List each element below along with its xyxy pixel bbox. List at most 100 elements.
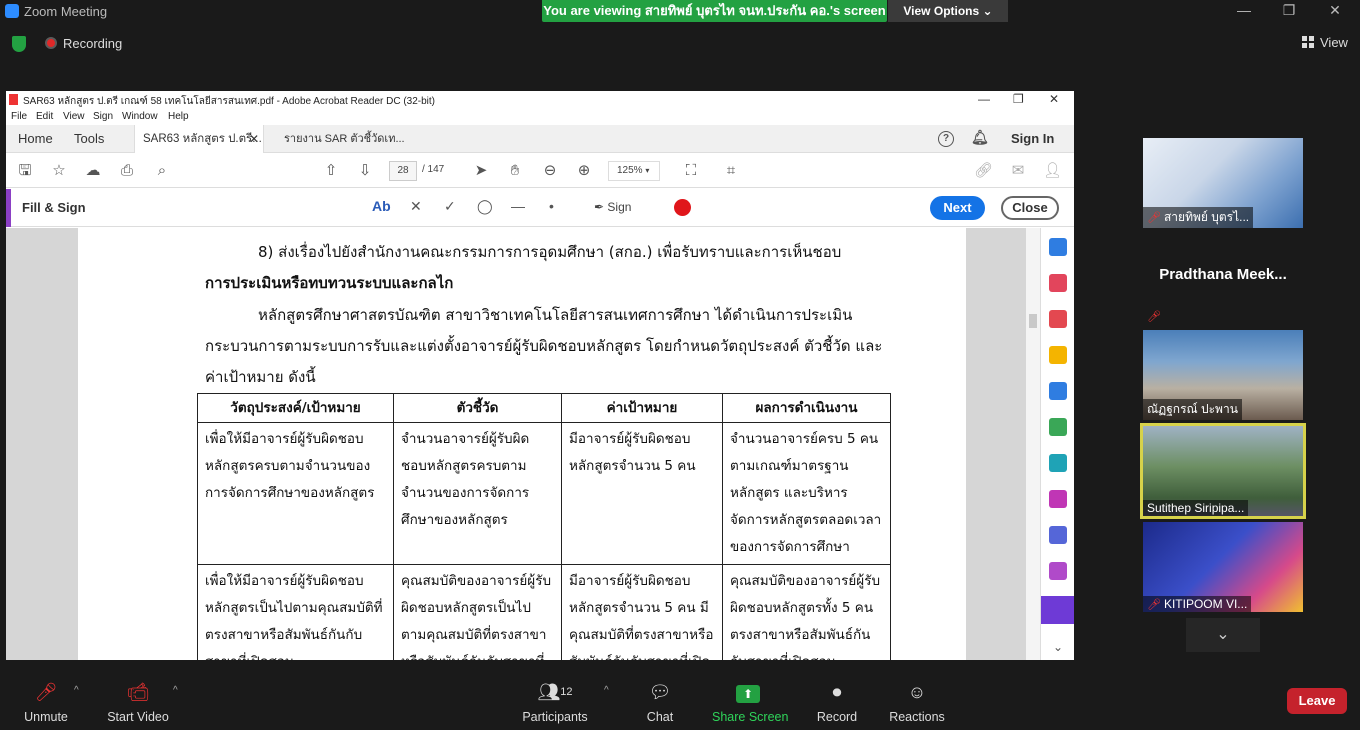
export-pdf-icon[interactable]: [1049, 310, 1067, 328]
mail-icon[interactable]: ✉: [1009, 162, 1027, 180]
save-icon[interactable]: 🖫: [16, 162, 34, 180]
view-button[interactable]: View: [1302, 35, 1348, 50]
restore-icon[interactable]: ❐: [1013, 92, 1024, 106]
combine-files-icon[interactable]: [1049, 382, 1067, 400]
participants-options-caret-icon[interactable]: ^: [604, 685, 609, 696]
pen-icon: ✒: [594, 200, 605, 214]
menu-view[interactable]: View: [63, 111, 85, 122]
audio-options-caret-icon[interactable]: ^: [74, 685, 79, 696]
participant-video-tile[interactable]: Pradthana Meek... 🎤︎: [1143, 234, 1303, 324]
table-header: ผลการดำเนินงาน: [722, 393, 891, 423]
hand-icon[interactable]: ✋︎: [506, 162, 524, 180]
participant-name: 🎤︎ KITIPOOM VI...: [1143, 596, 1252, 612]
zoom-out-icon[interactable]: ⊖: [541, 162, 559, 180]
share-screen-icon: ⬆: [712, 680, 784, 704]
create-pdf-icon[interactable]: [1049, 238, 1067, 256]
bell-icon[interactable]: 🔔︎: [971, 130, 989, 147]
view-options-label: View Options: [903, 4, 980, 18]
chat-button[interactable]: 💬︎ Chat: [640, 680, 680, 724]
fill-sign-rail-icon[interactable]: [1049, 490, 1067, 508]
viewing-banner: You are viewing สายทิพย์ บุตรไท จนท.ประก…: [542, 0, 887, 22]
document-icon[interactable]: [1049, 562, 1067, 580]
organize-pages-icon[interactable]: [1049, 274, 1067, 292]
start-video-button[interactable]: 📹︎ Start Video: [106, 680, 170, 724]
participants-button[interactable]: 👥︎12 Participants: [522, 680, 588, 724]
tab-inactive-document[interactable]: รายงาน SAR ตัวชี้วัดเท...: [284, 125, 405, 153]
select-pointer-icon[interactable]: ➤: [472, 162, 490, 180]
scan-icon[interactable]: [1049, 454, 1067, 472]
star-icon[interactable]: ☆: [50, 162, 68, 180]
tab-active-document[interactable]: SAR63 หลักสูตร ป.ตรี... ✕: [134, 125, 264, 153]
dot-icon[interactable]: •: [549, 198, 554, 218]
link-icon[interactable]: 🔗︎: [974, 162, 993, 180]
page-up-icon[interactable]: ⇧: [322, 162, 340, 180]
recording-label[interactable]: Recording: [63, 36, 122, 51]
help-icon[interactable]: ?: [938, 131, 954, 147]
add-user-icon[interactable]: 👤︎: [1043, 162, 1062, 180]
participant-video-tile-active-speaker[interactable]: Sutithep Siripipa...: [1140, 423, 1306, 519]
page-down-icon[interactable]: ⇩: [356, 162, 374, 180]
security-shield-icon[interactable]: [12, 36, 26, 52]
doc-paragraph: กระบวนการตามระบบการรับและแต่งตั้งอาจารย์…: [205, 337, 883, 355]
sign-in-button[interactable]: Sign In: [1011, 131, 1054, 146]
print-icon[interactable]: ⎙: [118, 162, 136, 180]
share-screen-button[interactable]: ⬆ Share Screen: [712, 680, 788, 724]
next-button[interactable]: Next: [930, 196, 985, 220]
doc-paragraph: ค่าเป้าหมาย ดังนี้: [205, 368, 316, 386]
zoom-in-icon[interactable]: ⊕: [575, 162, 593, 180]
show-more-videos-button[interactable]: ⌄: [1186, 618, 1260, 652]
edit-pdf-icon[interactable]: [1049, 418, 1067, 436]
upload-icon[interactable]: ☁: [84, 162, 102, 180]
sign-button[interactable]: ✒ Sign: [594, 200, 631, 220]
leave-button[interactable]: Leave: [1287, 688, 1347, 714]
video-off-icon: 📹︎: [126, 682, 150, 702]
comment-icon[interactable]: [1049, 346, 1067, 364]
acrobat-menu: File Edit View Sign Window Help: [6, 109, 1074, 125]
measure-icon[interactable]: ⌗: [722, 162, 740, 180]
view-options-button[interactable]: View Options ⌄: [888, 0, 1008, 22]
menu-sign[interactable]: Sign: [93, 111, 113, 122]
participant-video-tile[interactable]: 🎤︎ สายทิพย์ บุตรไ...: [1143, 138, 1303, 228]
cross-mark-icon[interactable]: ✕: [410, 198, 422, 218]
check-mark-icon[interactable]: ✓: [444, 198, 456, 218]
menu-file[interactable]: File: [11, 111, 27, 122]
search-icon[interactable]: ⌕: [153, 162, 171, 180]
line-icon[interactable]: —: [511, 198, 525, 218]
chevron-down-icon[interactable]: ⌄: [1049, 640, 1067, 658]
add-text-icon[interactable]: Ab: [372, 198, 391, 218]
recording-dot-icon: [45, 37, 57, 49]
menu-help[interactable]: Help: [168, 111, 189, 122]
close-button[interactable]: Close: [1001, 196, 1059, 220]
color-picker-icon[interactable]: [674, 199, 691, 216]
participants-count: 12: [560, 686, 573, 698]
restore-icon[interactable]: ❐: [1279, 2, 1299, 19]
page-number-input[interactable]: 28: [389, 161, 417, 181]
reactions-button[interactable]: ☺ Reactions: [888, 680, 946, 724]
scrollbar-thumb[interactable]: [1029, 314, 1037, 328]
unmute-label: Unmute: [24, 710, 68, 724]
protect-icon[interactable]: [1049, 526, 1067, 544]
video-options-caret-icon[interactable]: ^: [173, 685, 178, 696]
tab-tools[interactable]: Tools: [74, 125, 104, 153]
zoom-level-select[interactable]: 125% ▾: [608, 161, 660, 181]
record-button[interactable]: ⏺ Record: [814, 680, 860, 724]
document-viewer[interactable]: 8) ส่งเรื่องไปยังสำนักงานคณะกรรมการการอุ…: [6, 228, 1026, 660]
fit-page-icon[interactable]: ⛶: [682, 162, 700, 180]
close-tab-icon[interactable]: ✕: [249, 125, 259, 153]
minimize-icon[interactable]: —: [1234, 2, 1254, 18]
participant-video-tile[interactable]: ณัฏฐกรณ์ ปะพาน: [1143, 330, 1303, 420]
unmute-button[interactable]: 🎤︎ Unmute: [18, 680, 74, 724]
table-row: เพื่อให้มีอาจารย์ผู้รับผิดชอบหลักสูตรครบ…: [197, 422, 891, 565]
tab-home[interactable]: Home: [18, 125, 53, 153]
participant-video-tile[interactable]: 🎤︎ KITIPOOM VI...: [1143, 522, 1303, 612]
close-icon[interactable]: ✕: [1049, 92, 1059, 106]
acrobat-title: SAR63 หลักสูตร ป.ตรี เกณฑ์ 58 เทคโนโลยีส…: [23, 96, 436, 107]
circle-icon[interactable]: ◯: [477, 198, 493, 218]
close-icon[interactable]: ✕: [1325, 2, 1345, 19]
acrobat-titlebar: SAR63 หลักสูตร ป.ตรี เกณฑ์ 58 เทคโนโลยีส…: [6, 91, 1074, 109]
vertical-scrollbar[interactable]: [1026, 228, 1040, 660]
minimize-icon[interactable]: —: [978, 92, 990, 106]
menu-edit[interactable]: Edit: [36, 111, 53, 122]
fill-sign-active-icon[interactable]: [1041, 596, 1074, 624]
menu-window[interactable]: Window: [122, 111, 158, 122]
